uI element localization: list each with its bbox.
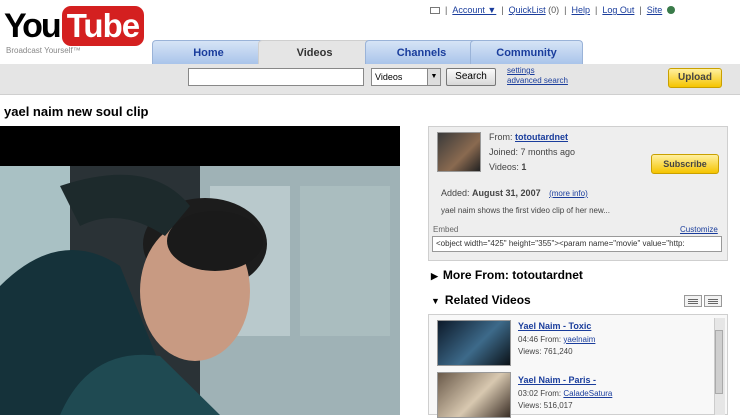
search-category-select[interactable]: Videos ▼ bbox=[371, 68, 441, 86]
settings-link[interactable]: settings bbox=[507, 66, 568, 76]
video-title: yael naim new soul clip bbox=[4, 104, 149, 119]
channel-user-link[interactable]: totoutardnet bbox=[515, 132, 568, 142]
related-title[interactable]: Yael Naim - Paris - bbox=[518, 375, 596, 385]
quicklist-link[interactable]: QuickList bbox=[509, 5, 546, 15]
tab-home[interactable]: Home bbox=[152, 40, 265, 64]
related-user-link[interactable]: CaladeSatura bbox=[563, 389, 612, 398]
video-frame bbox=[0, 166, 400, 415]
added-date: August 31, 2007 bbox=[472, 188, 541, 198]
video-player[interactable] bbox=[0, 126, 400, 415]
embed-code-field[interactable]: <object width="425" height="355"><param … bbox=[432, 236, 722, 252]
tagline: Broadcast Yourself™ bbox=[6, 46, 81, 55]
tab-community[interactable]: Community bbox=[470, 40, 583, 64]
search-category-value: Videos bbox=[375, 72, 403, 82]
related-meta: 03:02 From: CaladeSatura bbox=[518, 389, 613, 398]
videos-count: 1 bbox=[521, 162, 527, 172]
related-user-link[interactable]: yaelnaim bbox=[563, 335, 595, 344]
joined-text: Joined: 7 months ago bbox=[489, 147, 576, 157]
youtube-logo[interactable]: You Tube bbox=[4, 6, 145, 46]
channel-avatar[interactable] bbox=[437, 132, 481, 172]
separator: | bbox=[445, 5, 448, 15]
search-settings-links: settings advanced search bbox=[507, 66, 568, 86]
grid-view-icon[interactable] bbox=[704, 295, 722, 307]
scrollbar-thumb[interactable] bbox=[715, 330, 723, 394]
related-thumbnail[interactable] bbox=[437, 320, 511, 366]
logout-link[interactable]: Log Out bbox=[602, 5, 634, 15]
list-view-icon[interactable] bbox=[684, 295, 702, 307]
related-thumbnail[interactable] bbox=[437, 372, 511, 418]
embed-label: Embed bbox=[433, 225, 459, 234]
related-meta: 04:46 From: yaelnaim bbox=[518, 335, 596, 344]
logo-tube: Tube bbox=[61, 6, 145, 46]
video-description: yael naim shows the first video clip of … bbox=[441, 206, 610, 215]
tab-videos[interactable]: Videos bbox=[258, 40, 371, 64]
help-link[interactable]: Help bbox=[572, 5, 591, 15]
account-link[interactable]: Account ▼ bbox=[452, 5, 496, 15]
tab-channels[interactable]: Channels bbox=[365, 40, 478, 64]
quicklist-count: (0) bbox=[548, 5, 560, 15]
from-line: From: totoutardnet bbox=[489, 132, 569, 142]
search-bar bbox=[0, 64, 740, 95]
more-info-link[interactable]: (more info) bbox=[549, 189, 588, 198]
triangle-down-icon: ▼ bbox=[431, 296, 440, 306]
related-videos-label: Related Videos bbox=[444, 293, 531, 307]
videos-count-line: Videos: 1 bbox=[489, 162, 527, 172]
subscribe-button[interactable]: Subscribe bbox=[651, 154, 719, 174]
related-videos-header[interactable]: ▼ Related Videos bbox=[431, 293, 531, 307]
globe-icon[interactable] bbox=[667, 6, 676, 14]
customize-link[interactable]: Customize bbox=[680, 225, 718, 234]
related-title[interactable]: Yael Naim - Toxic bbox=[518, 321, 591, 331]
advanced-search-link[interactable]: advanced search bbox=[507, 76, 568, 86]
search-button[interactable]: Search bbox=[446, 68, 496, 86]
chevron-down-icon[interactable]: ▼ bbox=[427, 69, 440, 85]
related-views: Views: 516,017 bbox=[518, 401, 573, 410]
added-line: Added: August 31, 2007 (more info) bbox=[441, 188, 588, 198]
mail-icon[interactable] bbox=[430, 6, 440, 14]
search-input[interactable] bbox=[188, 68, 364, 86]
upload-button[interactable]: Upload bbox=[668, 68, 722, 88]
top-links: | Account ▼ | QuickList (0) | Help | Log… bbox=[430, 5, 676, 15]
logo-you: You bbox=[4, 7, 62, 45]
site-link[interactable]: Site bbox=[647, 5, 663, 15]
related-views: Views: 761,240 bbox=[518, 347, 573, 356]
triangle-right-icon: ▶ bbox=[431, 271, 438, 281]
more-from-header[interactable]: ▶ More From: totoutardnet bbox=[431, 268, 583, 282]
more-from-label: More From: totoutardnet bbox=[442, 268, 583, 282]
